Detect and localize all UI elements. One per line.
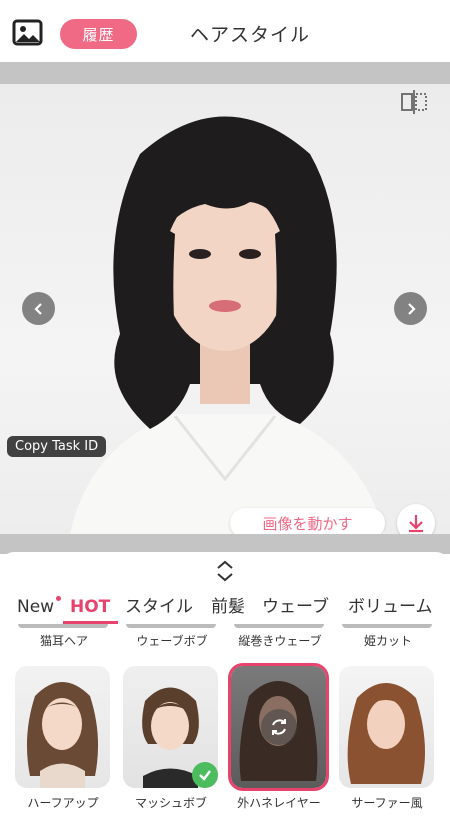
chevron-right-icon [407, 302, 416, 315]
image-gallery-icon[interactable] [12, 18, 44, 48]
style-label-wave-bob[interactable]: ウェーブボブ [118, 632, 226, 649]
page-title: ヘアスタイル [189, 24, 310, 46]
style-card-outer-flip-layer[interactable] [228, 663, 329, 791]
tab-bangs[interactable]: 前髪 [211, 594, 245, 624]
divider-band [0, 62, 450, 84]
expand-collapse-icon[interactable] [212, 558, 238, 584]
style-card-surfer[interactable] [339, 666, 434, 788]
divider-band-bottom [0, 534, 450, 554]
check-icon [192, 762, 218, 788]
download-button[interactable] [397, 504, 435, 534]
scrolled-card-edge [18, 624, 108, 628]
tab-wave[interactable]: ウェーブ [262, 594, 329, 624]
card-label-outer-flip-layer: 外ハネレイヤー [237, 796, 321, 810]
card-label-half-up: ハーフアップ [27, 796, 99, 810]
scrolled-card-edge [126, 624, 216, 628]
refresh-icon[interactable] [261, 709, 297, 745]
scrolled-card-edge [342, 624, 432, 628]
style-row-labels: 猫耳ヘア ウェーブボブ 縦巻きウェーブ 姫カット [0, 630, 450, 652]
chevron-left-icon [33, 302, 42, 315]
style-card-mash-bob[interactable] [123, 666, 218, 788]
scrolled-card-edge [234, 624, 324, 628]
move-image-label: 画像を動かす [262, 514, 353, 533]
style-label-nekomimi[interactable]: 猫耳ヘア [10, 632, 118, 649]
compare-split-icon[interactable] [400, 88, 428, 116]
tab-volume[interactable]: ボリューム [348, 594, 433, 624]
style-cards-row: ハーフアップ マッシュボブ 外ハネレイヤー サーファー風 [0, 663, 450, 816]
history-button[interactable]: 履歴 [60, 19, 137, 49]
new-indicator-dot [56, 596, 61, 601]
header-bar: 履歴 ヘアスタイル [0, 0, 450, 62]
copy-task-id-button[interactable]: Copy Task ID [7, 436, 107, 457]
style-card-half-up[interactable] [15, 666, 110, 788]
style-label-vertical-wave[interactable]: 縦巻きウェーブ [226, 632, 334, 649]
tab-hot[interactable]: HOT [70, 594, 110, 624]
tab-new[interactable]: New [17, 594, 54, 624]
previous-button[interactable] [22, 292, 55, 325]
style-label-hime-cut[interactable]: 姫カット [334, 632, 442, 649]
tab-style[interactable]: スタイル [125, 594, 193, 624]
card-label-surfer: サーファー風 [351, 796, 423, 810]
download-icon [409, 515, 423, 533]
style-panel: New HOT スタイル 前髪 ウェーブ ボリューム 猫耳ヘア ウェーブボブ 縦… [0, 552, 450, 828]
preview-photo: Copy Task ID 画像を動かす [0, 84, 450, 534]
category-tabs: New HOT スタイル 前髪 ウェーブ ボリューム [0, 594, 450, 624]
history-button-label: 履歴 [82, 25, 115, 44]
next-button[interactable] [394, 292, 427, 325]
portrait-image [70, 116, 385, 534]
card-label-mash-bob: マッシュボブ [134, 796, 207, 810]
move-image-button[interactable]: 画像を動かす [230, 508, 385, 534]
